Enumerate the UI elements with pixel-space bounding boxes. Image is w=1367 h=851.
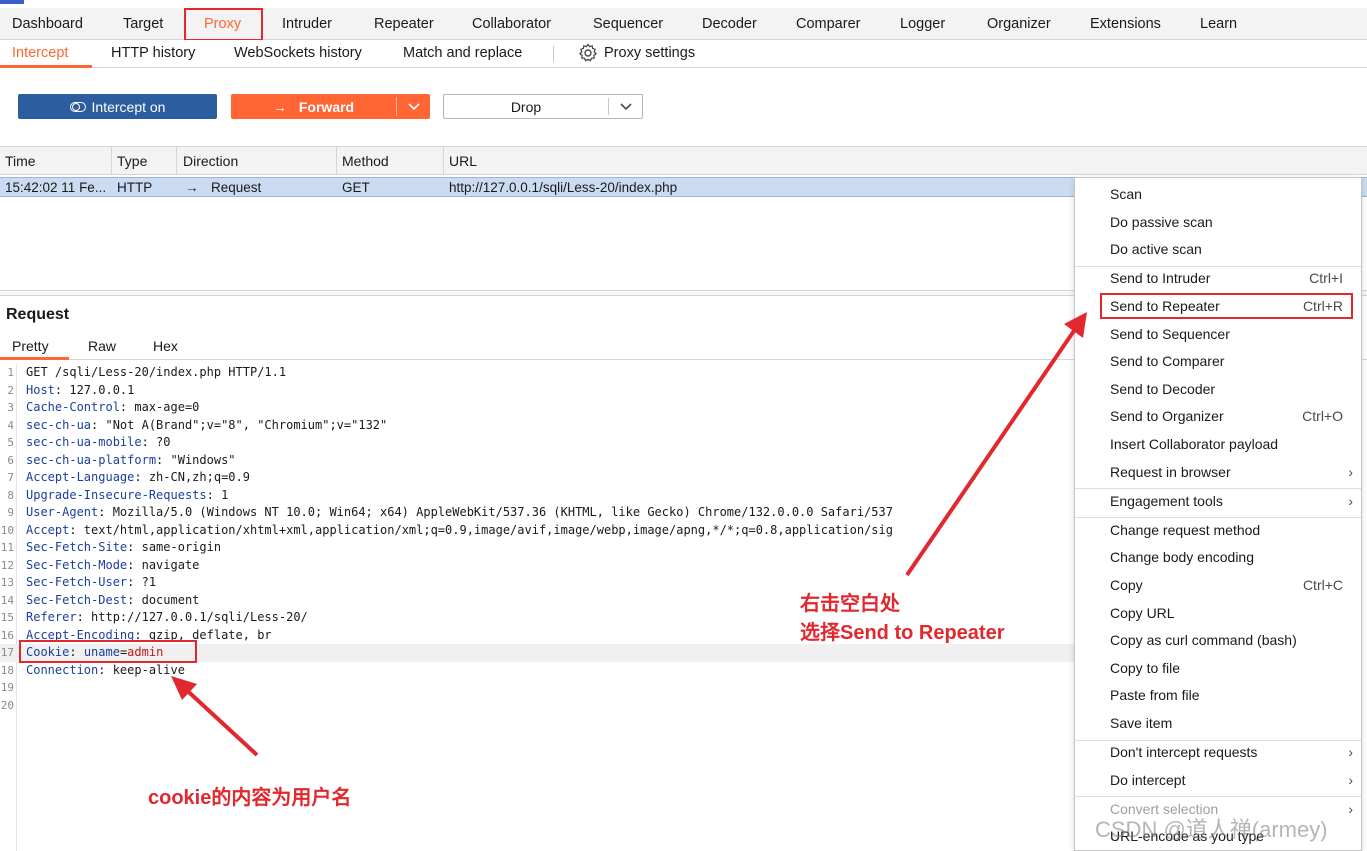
annotation-arrow-to-menu	[905, 320, 1082, 577]
annotation-arrow-to-cookie	[178, 682, 259, 757]
annotation-arrows	[171, 312, 1087, 757]
annotation-arrowhead-menu	[1064, 312, 1087, 338]
watermark: CSDN @道人禅(armey)	[1095, 817, 1328, 842]
